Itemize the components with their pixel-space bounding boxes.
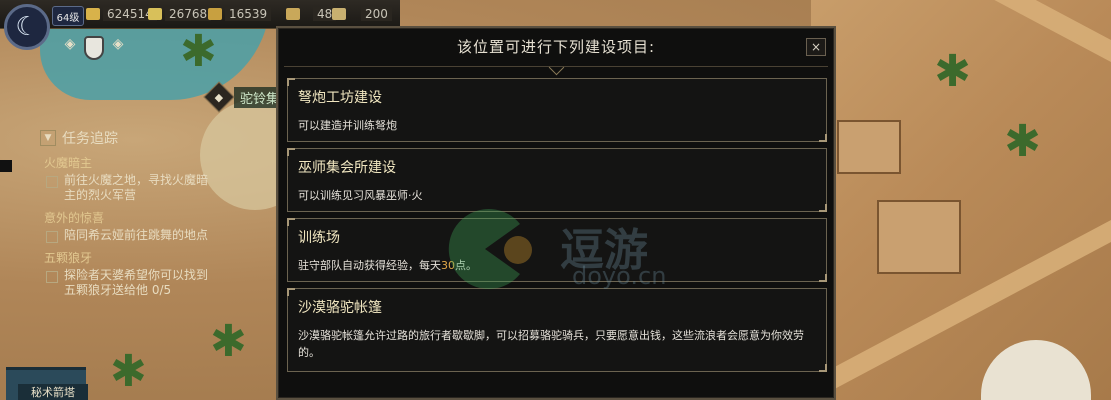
construction-dialog: 该位置可进行下列建设项目: × 弩炮工坊建设 可以建造并训练弩炮 巫师集会所建设… bbox=[276, 26, 836, 400]
building-label: 秘术箭塔 bbox=[18, 384, 88, 400]
quest-section-title: 火魔暗主 bbox=[44, 156, 93, 170]
option-title: 弩炮工坊建设 bbox=[298, 90, 382, 106]
quest-item-text: 前往火魔之地，寻找火魔暗主的烈火军营 bbox=[64, 173, 209, 202]
player-level: 64级 bbox=[52, 6, 84, 26]
grain-icon bbox=[148, 8, 162, 20]
resource-value: 200 bbox=[361, 7, 392, 21]
close-button[interactable]: × bbox=[806, 38, 826, 56]
quest-item[interactable]: 前往火魔之地，寻找火魔暗主的烈火军营 bbox=[0, 173, 210, 203]
quest-item-text: 探险者天婆希望你可以找到五颗狼牙送给他 0/5 bbox=[64, 268, 209, 297]
build-option-camel-tent[interactable]: 沙漠骆驼帐篷 沙漠骆驼帐篷允许过路的旅行者歇歇脚，可以招募骆驼骑兵，只要愿意出钱… bbox=[287, 288, 827, 372]
resource-eye: 200 bbox=[332, 4, 392, 24]
build-option-training-ground[interactable]: 训练场 驻守部队自动获得经验，每天30点。 bbox=[287, 218, 827, 282]
checkbox-icon[interactable] bbox=[46, 176, 58, 188]
option-description: 沙漠骆驼帐篷允许过路的旅行者歇歇脚，可以招募骆驼骑兵，只要愿意出钱，这些流浪者会… bbox=[298, 329, 804, 359]
title-notch-icon bbox=[548, 59, 565, 76]
quest-section-title: 五颗狼牙 bbox=[44, 251, 93, 265]
resource-gold: 624514 bbox=[86, 4, 157, 24]
player-avatar[interactable]: ☾ bbox=[4, 4, 50, 50]
population-icon bbox=[286, 8, 300, 20]
dialog-title: 该位置可进行下列建设项目: bbox=[456, 38, 656, 56]
resource-value: 16539 bbox=[225, 7, 272, 21]
eye-icon bbox=[332, 8, 346, 20]
palm-tree-icon: ✱ bbox=[210, 316, 247, 367]
palm-tree-icon: ✱ bbox=[934, 46, 971, 97]
gold-bar-icon bbox=[86, 8, 100, 20]
option-title: 巫师集会所建设 bbox=[298, 160, 396, 176]
diamond-icon[interactable]: ◈ bbox=[62, 36, 78, 52]
option-title: 训练场 bbox=[298, 230, 340, 246]
quest-section-title: 意外的惊喜 bbox=[44, 211, 105, 225]
hud-icon-row: ◈ ◈ bbox=[62, 36, 126, 60]
resource-population: 48 bbox=[286, 4, 337, 24]
palm-tree-icon: ✱ bbox=[110, 346, 147, 397]
option-description: 可以建造并训练弩炮 bbox=[298, 119, 397, 132]
resource-value: 26768 bbox=[165, 7, 212, 21]
checkbox-icon[interactable] bbox=[46, 231, 58, 243]
watermark-subtext: doyo.cn bbox=[572, 262, 667, 290]
quest-item[interactable]: 陪同希云娅前往跳舞的地点 bbox=[0, 228, 210, 243]
build-option-ballista-workshop[interactable]: 弩炮工坊建设 可以建造并训练弩炮 bbox=[287, 78, 827, 142]
map-location-marker[interactable]: ◆ 驼铃集 bbox=[203, 81, 286, 113]
diamond-icon[interactable]: ◈ bbox=[110, 36, 126, 52]
option-description: 驻守部队自动获得经验，每天30点。 bbox=[298, 257, 816, 274]
option-description: 可以训练见习风暴巫师·火 bbox=[298, 189, 423, 202]
chevron-down-icon[interactable]: ▼ bbox=[40, 130, 56, 146]
watermark-logo-icon bbox=[448, 209, 532, 289]
build-option-mage-hall[interactable]: 巫师集会所建设 可以训练见习风暴巫师·火 bbox=[287, 148, 827, 212]
location-diamond-icon: ◆ bbox=[203, 81, 235, 113]
palm-tree-icon: ✱ bbox=[1004, 116, 1041, 167]
building[interactable] bbox=[837, 120, 901, 174]
checkbox-icon[interactable] bbox=[46, 271, 58, 283]
quest-item-text: 陪同希云娅前往跳舞的地点 bbox=[64, 228, 209, 242]
coin-icon bbox=[208, 8, 222, 20]
resource-coin: 16539 bbox=[208, 4, 272, 24]
palm-tree-icon: ✱ bbox=[180, 26, 217, 77]
resource-grain: 26768 bbox=[148, 4, 212, 24]
option-title: 沙漠骆驼帐篷 bbox=[298, 300, 382, 316]
quest-tracker: ▼ 任务追踪 火魔暗主 前往火魔之地，寻找火魔暗主的烈火军营 意外的惊喜 陪同希… bbox=[0, 128, 210, 298]
quest-header-label: 任务追踪 bbox=[62, 131, 118, 147]
building[interactable] bbox=[877, 200, 961, 274]
moon-icon: ☾ bbox=[15, 12, 39, 42]
quest-header[interactable]: ▼ 任务追踪 bbox=[0, 128, 210, 148]
quest-item[interactable]: 探险者天婆希望你可以找到五颗狼牙送给他 0/5 bbox=[0, 268, 210, 298]
shield-icon[interactable] bbox=[84, 36, 104, 60]
desc-text: 驻守部队自动获得经验，每天 bbox=[298, 259, 441, 272]
